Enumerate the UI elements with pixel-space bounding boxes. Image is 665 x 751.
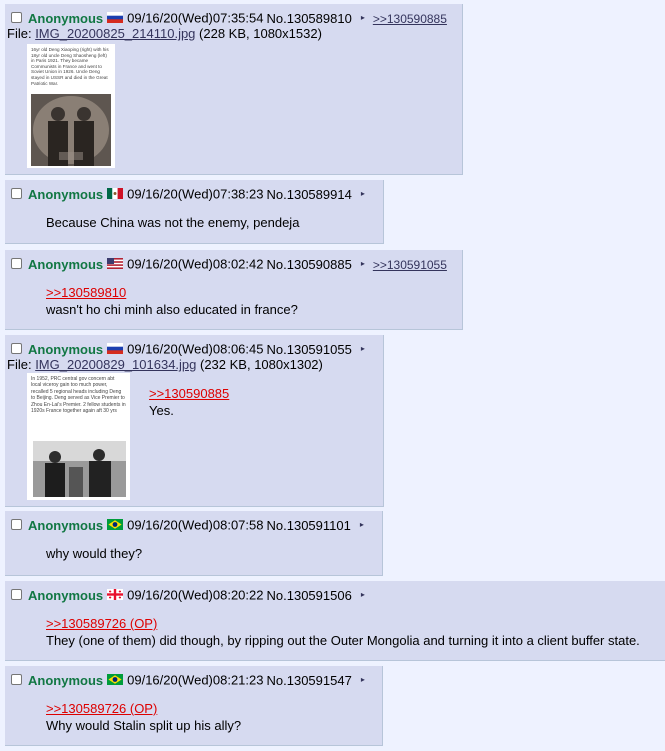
quote-link[interactable]: >>130589810 [46, 284, 298, 301]
post-number[interactable]: No.130589914 [267, 187, 352, 202]
file-link[interactable]: IMG_20200825_214110.jpg [35, 26, 195, 41]
usa-flag-icon [107, 258, 124, 270]
post-select-checkbox[interactable] [11, 519, 22, 531]
post-number[interactable]: No.130591055 [267, 342, 352, 357]
post-message: Because China was not the enemy, pendeja [46, 214, 299, 231]
poster-name: Anonymous [28, 256, 104, 272]
backlink[interactable]: >>130591055 [373, 258, 447, 272]
post-select-checkbox[interactable] [11, 12, 22, 24]
post-select-checkbox[interactable] [11, 343, 22, 355]
message-line: They (one of them) did though, by rippin… [46, 633, 640, 648]
message-line: Yes. [149, 403, 174, 418]
post-menu-button[interactable]: ▸ [361, 186, 365, 202]
post-number[interactable]: No.130589810 [267, 11, 352, 26]
thumbnail-caption: In 1952, PRC central gov concern abt loc… [31, 376, 126, 415]
russia-flag-icon [107, 12, 124, 24]
message-line: Because China was not the enemy, pendeja [46, 215, 300, 230]
quote-link[interactable]: >>130589726 (OP) [46, 700, 241, 717]
russia-flag-icon [107, 343, 124, 355]
post-select-checkbox[interactable] [11, 674, 22, 686]
post-header: Anonymous 09/16/20(Wed)08:02:42 No.1305908… [11, 256, 447, 272]
post-menu-button[interactable]: ▸ [361, 256, 365, 272]
post-datetime: 09/16/20(Wed)08:20:22 [127, 587, 264, 603]
post-130591055: Anonymous 09/16/20(Wed)08:06:45 No.1305910… [5, 335, 384, 507]
post-message: >>130590885 Yes. [149, 385, 229, 419]
post-130591547: Anonymous 09/16/20(Wed)08:21:23 No.1305915… [5, 666, 383, 746]
post-datetime: 09/16/20(Wed)07:35:54 [127, 10, 264, 26]
file-label: File: [7, 26, 32, 41]
file-meta: (232 KB, 1080x1302) [196, 357, 323, 372]
post-130590885: Anonymous 09/16/20(Wed)08:02:42 No.1305908… [5, 250, 463, 330]
post-130589914: Anonymous 09/16/20(Wed)07:38:23 No.1305899… [5, 180, 384, 244]
message-line: wasn't ho chi minh also educated in fran… [46, 302, 298, 317]
post-menu-button[interactable]: ▸ [361, 341, 365, 357]
post-select-checkbox[interactable] [11, 258, 22, 270]
quote-link[interactable]: >>130590885 [149, 385, 229, 402]
thumbnail-caption: 16yr old Deng Xiaoping (right) with his … [31, 47, 109, 86]
post-select-checkbox[interactable] [11, 188, 22, 200]
post-select-checkbox[interactable] [11, 589, 22, 601]
post-message: >>130589726 (OP) They (one of them) did … [46, 615, 640, 649]
poster-name: Anonymous [28, 672, 104, 688]
message-line: why would they? [46, 546, 143, 561]
file-meta: (228 KB, 1080x1532) [195, 26, 322, 41]
poster-name: Anonymous [28, 341, 104, 357]
post-header: Anonymous 09/16/20(Wed)07:35:54 No.1305898… [11, 10, 447, 26]
file-label: File: [7, 357, 32, 372]
post-header: Anonymous 09/16/20(Wed)07:38:23 No.1305899… [11, 186, 365, 202]
poster-name: Anonymous [28, 10, 104, 26]
post-number[interactable]: No.130591547 [267, 673, 352, 688]
poster-name: Anonymous [28, 517, 104, 533]
mexico-flag-icon [107, 188, 124, 200]
post-130591506: Anonymous 09/16/20(Wed)08:20:22 No.1305915… [5, 581, 665, 661]
post-menu-button[interactable]: ▸ [361, 587, 365, 603]
georgia-flag-icon [107, 589, 124, 601]
brazil-flag-icon [107, 519, 124, 531]
file-info: File: IMG_20200829_101634.jpg (232 KB, 1… [7, 357, 323, 373]
poster-name: Anonymous [28, 587, 104, 603]
post-number[interactable]: No.130591506 [267, 588, 352, 603]
poster-name: Anonymous [28, 186, 104, 202]
post-datetime: 09/16/20(Wed)08:06:45 [127, 341, 264, 357]
file-thumbnail[interactable]: In 1952, PRC central gov concern abt loc… [27, 373, 130, 500]
post-number[interactable]: No.130590885 [267, 257, 352, 272]
post-menu-button[interactable]: ▸ [361, 10, 365, 26]
post-130589810: Anonymous 09/16/20(Wed)07:35:54 No.1305898… [5, 4, 463, 175]
post-header: Anonymous 09/16/20(Wed)08:21:23 No.1305915… [11, 672, 365, 688]
post-message: >>130589810 wasn't ho chi minh also educ… [46, 284, 298, 318]
post-header: Anonymous 09/16/20(Wed)08:07:58 No.1305911… [11, 517, 364, 533]
post-datetime: 09/16/20(Wed)07:38:23 [127, 186, 264, 202]
post-datetime: 09/16/20(Wed)08:21:23 [127, 672, 264, 688]
thumbnail-photo [31, 94, 111, 166]
post-menu-button[interactable]: ▸ [360, 517, 364, 533]
message-line: Why would Stalin split up his ally? [46, 718, 242, 733]
backlink[interactable]: >>130590885 [373, 12, 447, 26]
post-message: >>130589726 (OP) Why would Stalin split … [46, 700, 241, 734]
post-130591101: Anonymous 09/16/20(Wed)08:07:58 No.1305911… [5, 511, 383, 576]
file-link[interactable]: IMG_20200829_101634.jpg [35, 357, 196, 372]
file-info: File: IMG_20200825_214110.jpg (228 KB, 1… [7, 26, 322, 42]
post-number[interactable]: No.130591101 [267, 518, 351, 533]
post-menu-button[interactable]: ▸ [361, 672, 365, 688]
brazil-flag-icon [107, 674, 124, 686]
thumbnail-photo [33, 441, 126, 497]
post-datetime: 09/16/20(Wed)08:07:58 [127, 517, 264, 533]
post-header: Anonymous 09/16/20(Wed)08:06:45 No.1305910… [11, 341, 365, 357]
post-datetime: 09/16/20(Wed)08:02:42 [127, 256, 264, 272]
post-message: why would they? [46, 545, 142, 562]
quote-link[interactable]: >>130589726 (OP) [46, 615, 640, 632]
post-header: Anonymous 09/16/20(Wed)08:20:22 No.1305915… [11, 587, 365, 603]
file-thumbnail[interactable]: 16yr old Deng Xiaoping (right) with his … [27, 44, 115, 168]
